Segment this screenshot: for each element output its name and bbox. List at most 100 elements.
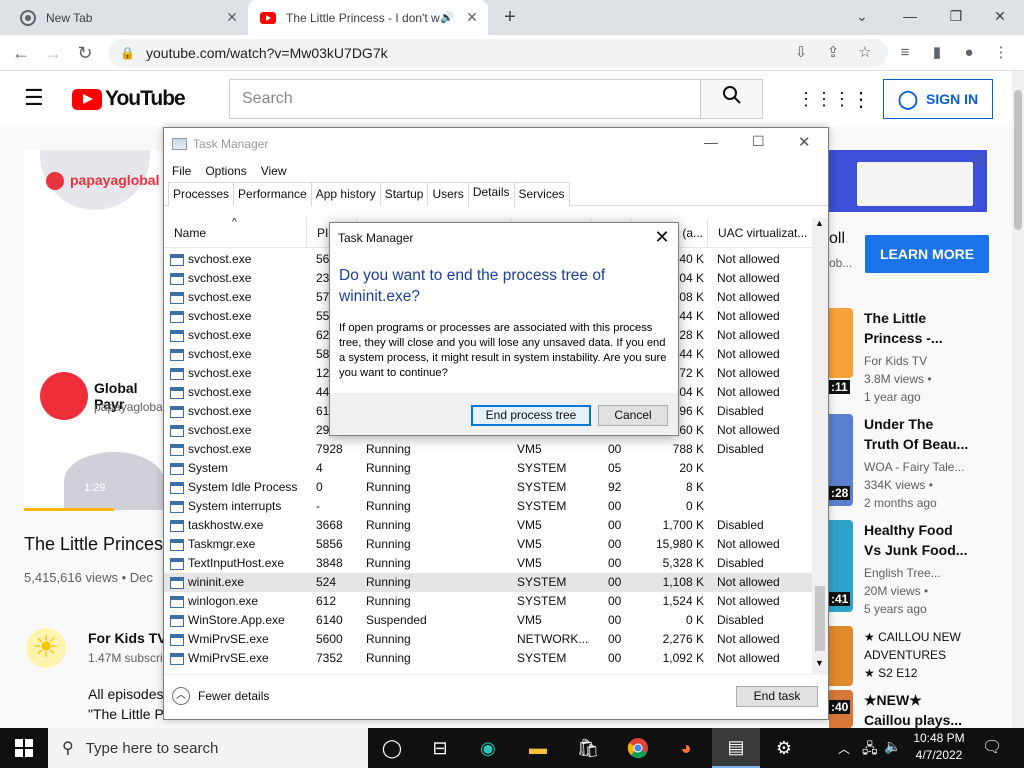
table-row[interactable]: System interrupts - Running SYSTEM 00 0 K (164, 497, 814, 516)
apps-grid-icon[interactable]: ⋮⋮⋮ (797, 89, 851, 110)
suggestion-title[interactable]: Healthy Food (864, 520, 974, 540)
minimize-icon[interactable]: — (894, 4, 926, 28)
file-explorer-icon[interactable]: ▬ (514, 728, 562, 768)
cortana-icon[interactable]: ◯ (368, 728, 416, 768)
menu-file[interactable]: File (172, 164, 191, 178)
suggestion-title[interactable]: The Little (864, 308, 974, 328)
suggestion-title[interactable]: Caillou plays... (864, 710, 974, 730)
suggestion-title[interactable]: ADVENTURES (864, 646, 946, 664)
start-button[interactable] (0, 728, 48, 768)
table-row[interactable]: System 4 Running SYSTEM 05 20 K (164, 459, 814, 478)
table-row[interactable]: wininit.exe 524 Running SYSTEM 00 1,108 K Not … (164, 573, 814, 592)
address-bar[interactable]: 🔒 youtube.com/watch?v=Mw03kU7DG7k (108, 39, 888, 67)
settings-menu-icon[interactable]: ⋮ (851, 87, 871, 112)
chrome-menu-icon[interactable]: ⋮ (988, 40, 1014, 66)
tab-services[interactable]: Services (513, 182, 570, 206)
lock-icon[interactable]: 🔒 (120, 46, 136, 60)
learn-more-button[interactable]: LEARN MORE (865, 235, 989, 273)
table-row[interactable]: winlogon.exe 612 Running SYSTEM 00 1,524 K Not… (164, 592, 814, 611)
scroll-up-icon[interactable]: ▲ (815, 218, 824, 228)
suggestion-title[interactable]: Princess -... (864, 328, 974, 348)
reload-icon[interactable]: ↻ (72, 40, 98, 66)
table-row[interactable]: WmiPrvSE.exe 7352 Running SYSTEM 00 1,092 K No… (164, 649, 814, 668)
cancel-button[interactable]: Cancel (598, 405, 668, 426)
suggestion-title[interactable]: Under The (864, 414, 974, 434)
table-row[interactable]: WmiPrvSE.exe 5600 Running NETWORK... 00 2,276… (164, 630, 814, 649)
search-input[interactable]: Search (229, 79, 701, 119)
tab-details[interactable]: Details (467, 182, 515, 207)
fewer-details-button[interactable]: ︿ Fewer details (172, 687, 269, 705)
share-icon[interactable]: ⇪ (820, 40, 846, 66)
notification-icon[interactable]: 🗨 (982, 737, 1002, 757)
close-icon[interactable]: ✕ (798, 133, 811, 151)
chrome-icon[interactable] (614, 728, 662, 768)
suggestion-title[interactable]: ★NEW★ (864, 690, 974, 710)
end-process-tree-button[interactable]: End process tree (471, 405, 591, 426)
suggestion-thumbnail[interactable] (829, 308, 853, 378)
tab-new-tab[interactable]: New Tab ✕ (8, 0, 248, 35)
table-scrollbar-thumb[interactable] (815, 586, 825, 651)
tab-users[interactable]: Users (427, 182, 469, 206)
table-row[interactable]: Taskmgr.exe 5856 Running VM5 00 15,980 K Not a… (164, 535, 814, 554)
menu-view[interactable]: View (261, 164, 287, 178)
table-row[interactable]: System Idle Process 0 Running SYSTEM 92 8 K (164, 478, 814, 497)
taskbar-search-box[interactable]: ⚲ Type here to search (48, 728, 368, 768)
page-scrollbar-thumb[interactable] (1014, 90, 1022, 230)
tab-search-icon[interactable]: ⌄ (846, 4, 878, 28)
scroll-down-icon[interactable]: ▼ (815, 658, 824, 668)
side-panel-icon[interactable]: ▮ (924, 40, 950, 66)
table-row[interactable]: svchost.exe 7928 Running VM5 00 788 K Disabled (164, 440, 814, 459)
youtube-logo[interactable]: YouTube (72, 87, 186, 111)
new-tab-button[interactable]: + (498, 5, 522, 29)
bookmark-star-icon[interactable]: ☆ (852, 40, 878, 66)
suggestion-title[interactable]: Vs Junk Food... (864, 540, 974, 560)
settings-gear-icon[interactable]: ⚙ (760, 728, 808, 768)
audio-playing-icon[interactable]: 🔊 (440, 11, 454, 24)
firefox-icon[interactable]: ◕ (662, 728, 710, 768)
show-hidden-icons[interactable]: ︿ (838, 740, 850, 757)
close-tab-icon[interactable]: ✕ (222, 9, 242, 26)
close-window-icon[interactable]: ✕ (984, 4, 1016, 28)
ad-image[interactable] (829, 150, 987, 212)
media-control-icon[interactable]: ≡ (892, 40, 918, 66)
table-row[interactable]: WinStore.App.exe 6140 Suspended VM5 00 0 K Dis… (164, 611, 814, 630)
install-icon[interactable]: ⇩ (788, 40, 814, 66)
tab-performance[interactable]: Performance (233, 182, 312, 206)
maximize-icon[interactable]: ☐ (752, 133, 765, 150)
ad-info-icon[interactable]: ⓘ (974, 152, 985, 168)
minimize-icon[interactable]: — (704, 134, 718, 150)
profile-icon[interactable]: ● (956, 40, 982, 66)
column-header-uac[interactable]: UAC virtualizat... (708, 218, 814, 248)
video-channel-name[interactable]: For Kids TV (88, 630, 167, 646)
close-tab-icon[interactable]: ✕ (462, 9, 482, 26)
channel-avatar[interactable] (40, 372, 88, 420)
tab-processes[interactable]: Processes (168, 182, 235, 206)
suggestion-title[interactable]: ★ CAILLOU NEW (864, 628, 961, 646)
back-icon[interactable]: ← (8, 40, 34, 66)
table-row[interactable]: TextInputHost.exe 3848 Running VM5 00 5,328 K… (164, 554, 814, 573)
system-clock[interactable]: 10:48 PM 4/7/2022 (904, 730, 974, 764)
end-task-button[interactable]: End task (736, 686, 818, 707)
volume-icon[interactable]: 🔈 (884, 738, 901, 755)
sign-in-button[interactable]: ◯ SIGN IN (883, 79, 993, 119)
column-header-name[interactable]: Name ^ (164, 218, 307, 248)
hamburger-menu-icon[interactable]: ☰ (24, 87, 44, 109)
edge-icon[interactable]: ◉ (464, 728, 512, 768)
suggestion-title[interactable]: Truth Of Beau... (864, 434, 974, 454)
restore-icon[interactable]: ❐ (940, 4, 972, 28)
search-button[interactable] (700, 79, 763, 119)
tab-startup[interactable]: Startup (379, 182, 429, 206)
store-icon[interactable]: 🛍 (564, 728, 612, 768)
table-row[interactable]: taskhostw.exe 3668 Running VM5 00 1,700 K Disa… (164, 516, 814, 535)
task-manager-titlebar[interactable]: Task Manager — ☐ ✕ (164, 128, 828, 160)
tab-app-history[interactable]: App history (310, 182, 381, 206)
close-icon[interactable]: ✕ (652, 227, 672, 247)
tab-youtube[interactable]: The Little Princess - I don't w 🔊 ✕ (248, 0, 488, 35)
forward-icon[interactable]: → (40, 40, 66, 66)
sun-avatar-icon[interactable]: ☀ (26, 628, 66, 668)
task-manager-taskbar-icon[interactable]: ▤ (712, 728, 760, 768)
menu-options[interactable]: Options (205, 164, 246, 178)
suggestion-thumbnail[interactable] (829, 626, 853, 686)
network-icon[interactable]: 🖧 (862, 738, 878, 762)
task-view-icon[interactable]: ⊟ (416, 728, 464, 768)
